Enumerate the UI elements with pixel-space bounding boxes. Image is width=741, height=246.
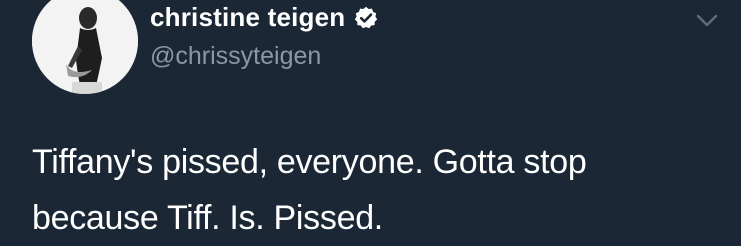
author-handle[interactable]: @chrissyteigen <box>150 42 321 71</box>
tweet-card: christine teigen @chrissyteigen Tiffany'… <box>0 0 741 246</box>
author-display-name[interactable]: christine teigen <box>150 2 345 33</box>
avatar-photo <box>32 0 138 94</box>
tweet-text-line: Tiffany's pissed, everyone. Gotta stop <box>32 143 587 181</box>
author-avatar[interactable] <box>32 0 138 94</box>
verified-badge-icon <box>354 6 378 30</box>
tweet-text: Tiffany's pissed, everyone. Gotta stop b… <box>32 134 732 246</box>
author-name-row[interactable]: christine teigen <box>150 2 378 33</box>
chevron-down-icon[interactable] <box>692 8 722 32</box>
tweet-text-line: because Tiff. Is. Pissed. <box>32 199 383 237</box>
